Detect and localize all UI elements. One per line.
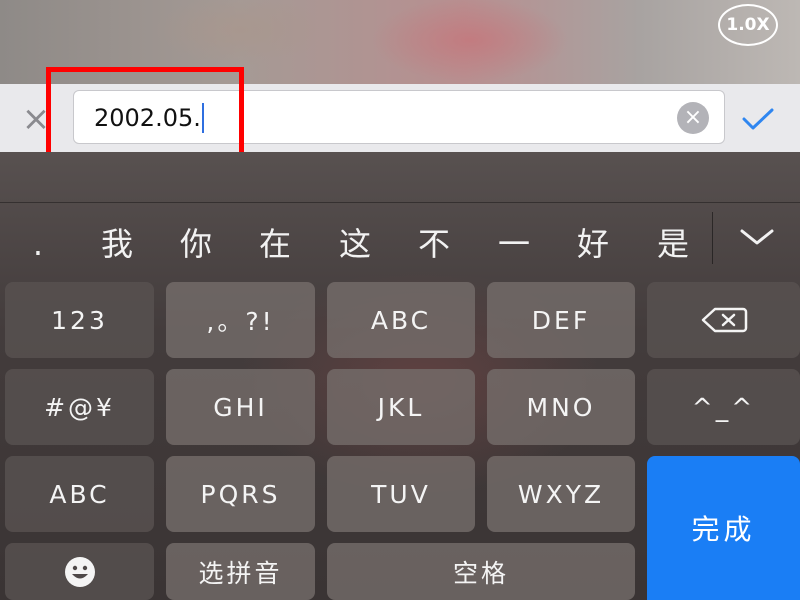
key-emoticon[interactable]: ^_^	[647, 369, 800, 445]
candidate-item[interactable]: 一	[484, 222, 544, 266]
key-pqrs[interactable]: PQRS	[166, 456, 315, 532]
candidate-item[interactable]: 在	[245, 222, 305, 266]
key-symbols[interactable]: #@¥	[5, 369, 154, 445]
confirm-check-icon[interactable]	[740, 100, 776, 136]
done-button[interactable]: 完成	[647, 456, 800, 600]
candidate-item[interactable]: .	[8, 222, 68, 266]
key-abc[interactable]: ABC	[327, 282, 475, 358]
key-mno[interactable]: MNO	[487, 369, 635, 445]
space-key[interactable]: 空格	[327, 543, 635, 600]
candidate-item[interactable]: 这	[325, 222, 385, 266]
key-punctuation[interactable]: ,。?!	[166, 282, 315, 358]
key-jkl[interactable]: JKL	[327, 369, 475, 445]
emoji-key[interactable]	[5, 543, 154, 600]
key-wxyz[interactable]: WXYZ	[487, 456, 635, 532]
clear-text-icon[interactable]: ×	[677, 102, 709, 134]
smiley-icon	[64, 556, 95, 587]
delete-key[interactable]	[647, 282, 800, 358]
chevron-down-icon[interactable]	[736, 222, 778, 252]
candidate-item[interactable]: 不	[404, 222, 464, 266]
candidate-item[interactable]: 我	[87, 222, 147, 266]
key-123[interactable]: 123	[5, 282, 154, 358]
key-select-pinyin[interactable]: 选拼音	[166, 543, 315, 600]
key-ghi[interactable]: GHI	[166, 369, 315, 445]
candidate-item[interactable]: 好	[563, 222, 623, 266]
backspace-icon	[701, 307, 747, 333]
zoom-level-button[interactable]: 1.0X	[718, 4, 778, 46]
key-abc-mode[interactable]: ABC	[5, 456, 154, 532]
candidate-item[interactable]: 你	[166, 222, 226, 266]
key-tuv[interactable]: TUV	[327, 456, 475, 532]
candidate-item[interactable]: 是	[643, 222, 703, 266]
key-def[interactable]: DEF	[487, 282, 635, 358]
candidate-divider	[712, 212, 713, 264]
